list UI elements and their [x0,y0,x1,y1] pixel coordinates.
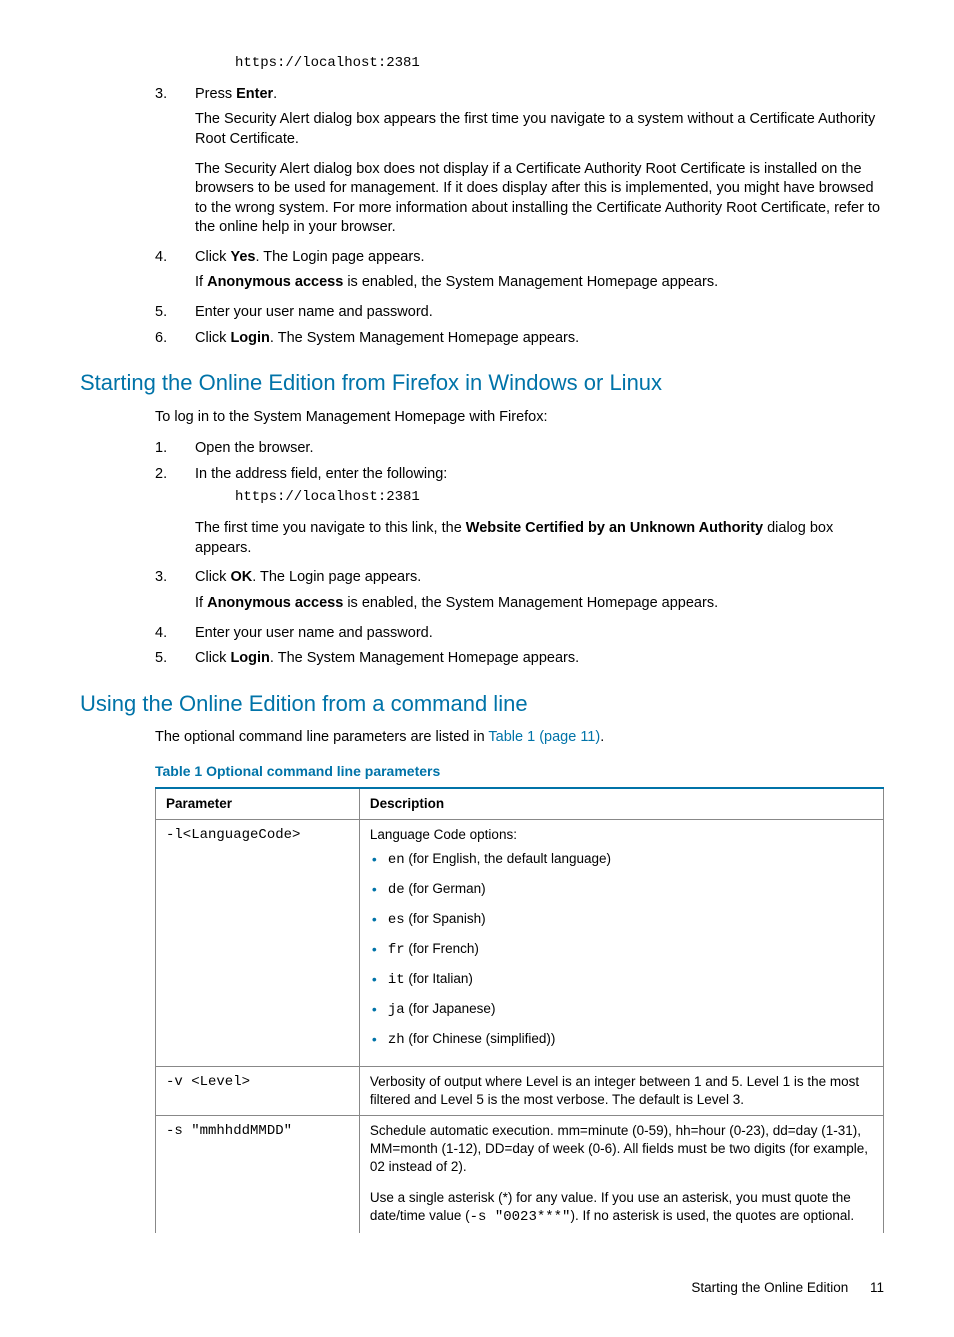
step-6: 6. Click Login. The System Management Ho… [155,329,884,349]
table-row: -s "mmhhddMMDD" Schedule automatic execu… [156,1115,884,1232]
lang-code: zh [388,1032,405,1048]
step-text-c: . The Login page appears. [252,569,421,585]
cell-desc: Schedule automatic execution. mm=minute … [359,1115,883,1232]
step-number: 5. [155,649,167,669]
step-number: 3. [155,568,167,588]
cell-desc: Verbosity of output where Level is an in… [359,1066,883,1115]
step-text-b: Yes [230,249,255,265]
lang-code: it [388,972,405,988]
steps-list-1: https://localhost:2381 3. Press Enter. T… [80,54,884,348]
cell-param: -v <Level> [156,1066,360,1115]
table-row: -v <Level> Verbosity of output where Lev… [156,1066,884,1115]
table-row: -l<LanguageCode> Language Code options: … [156,820,884,1066]
lang-code: en [388,852,405,868]
lang-option: zh (for Chinese (simplified)) [370,1030,873,1050]
lang-lead: Language Code options: [370,827,517,842]
cell-desc: Language Code options: en (for English, … [359,820,883,1066]
lang-option: fr (for French) [370,940,873,960]
heading-firefox: Starting the Online Edition from Firefox… [80,368,884,398]
step-text-b: Login [230,330,269,346]
sched-para-2: Use a single asterisk (*) for any value.… [370,1189,873,1227]
lang-code: es [388,912,405,928]
lang-desc: (for French) [405,941,479,956]
cell-param: -l<LanguageCode> [156,820,360,1066]
step-2: 2. In the address field, enter the follo… [155,465,884,559]
step-para-2: The Security Alert dialog box does not d… [195,160,884,238]
step-text-a: Click [195,650,230,666]
section-intro: The optional command line parameters are… [155,728,884,748]
step-5: 5. Enter your user name and password. [155,303,884,323]
steps-list-2: 1. Open the browser. 2. In the address f… [80,439,884,668]
step-number: 2. [155,465,167,485]
step-3: 3. Click OK. The Login page appears. If … [155,568,884,613]
params-table: Parameter Description -l<LanguageCode> L… [155,787,884,1233]
lang-code: ja [388,1002,405,1018]
lang-option: es (for Spanish) [370,910,873,930]
step-number: 4. [155,248,167,268]
step-3: 3. Press Enter. The Security Alert dialo… [155,85,884,238]
step-1: 1. Open the browser. [155,439,884,459]
cell-param: -s "mmhhddMMDD" [156,1115,360,1232]
step-text: Open the browser. [195,440,314,456]
step-text: Enter your user name and password. [195,304,433,320]
table-header-row: Parameter Description [156,788,884,820]
sched-para-1: Schedule automatic execution. mm=minute … [370,1122,873,1177]
step-text: In the address field, enter the followin… [195,466,447,482]
footer-title: Starting the Online Edition [691,1280,848,1295]
lang-option: en (for English, the default language) [370,850,873,870]
step-text-b: Login [230,650,269,666]
lang-option: ja (for Japanese) [370,1000,873,1020]
step-number: 6. [155,329,167,349]
step-number: 4. [155,624,167,644]
th-parameter: Parameter [156,788,360,820]
step-text-c: . The Login page appears. [255,249,424,265]
page-number: 11 [870,1280,884,1295]
lang-options-list: en (for English, the default language) de… [370,850,873,1049]
lang-option: it (for Italian) [370,970,873,990]
heading-cmdline: Using the Online Edition from a command … [80,689,884,719]
step-5: 5. Click Login. The System Management Ho… [155,649,884,669]
step-text-a: Click [195,569,230,585]
lang-desc: (for Spanish) [405,911,486,926]
lang-code: de [388,882,405,898]
table-link[interactable]: Table 1 (page 11) [488,729,600,745]
step-text-b: OK [230,569,252,585]
step-4: 4. Click Yes. The Login page appears. If… [155,248,884,293]
step-para: If Anonymous access is enabled, the Syst… [195,594,884,614]
th-description: Description [359,788,883,820]
step-number: 3. [155,85,167,105]
lang-option: de (for German) [370,880,873,900]
step-text-a: Click [195,330,230,346]
step-4: 4. Enter your user name and password. [155,624,884,644]
lang-desc: (for Chinese (simplified)) [405,1031,556,1046]
step-para-1: The Security Alert dialog box appears th… [195,110,884,149]
lang-code: fr [388,942,405,958]
step-number: 5. [155,303,167,323]
lang-desc: (for Japanese) [405,1001,496,1016]
step-text-c: . [273,86,277,102]
table-caption: Table 1 Optional command line parameters [155,762,884,781]
step-text-a: Press [195,86,236,102]
lang-desc: (for English, the default language) [405,851,611,866]
step-text-c: . The System Management Homepage appears… [270,330,579,346]
step-para: If Anonymous access is enabled, the Syst… [195,273,884,293]
section-intro: To log in to the System Management Homep… [155,408,884,428]
step-text-a: Click [195,249,230,265]
code-url: https://localhost:2381 [235,54,884,73]
lang-desc: (for German) [405,881,486,896]
lang-desc: (for Italian) [405,971,473,986]
step-number: 1. [155,439,167,459]
page-footer: Starting the Online Edition 11 [80,1279,884,1297]
step-text-b: Enter [236,86,273,102]
step-text: Enter your user name and password. [195,625,433,641]
step-para: The first time you navigate to this link… [195,519,884,558]
code-url: https://localhost:2381 [235,488,884,507]
step-text-c: . The System Management Homepage appears… [270,650,579,666]
